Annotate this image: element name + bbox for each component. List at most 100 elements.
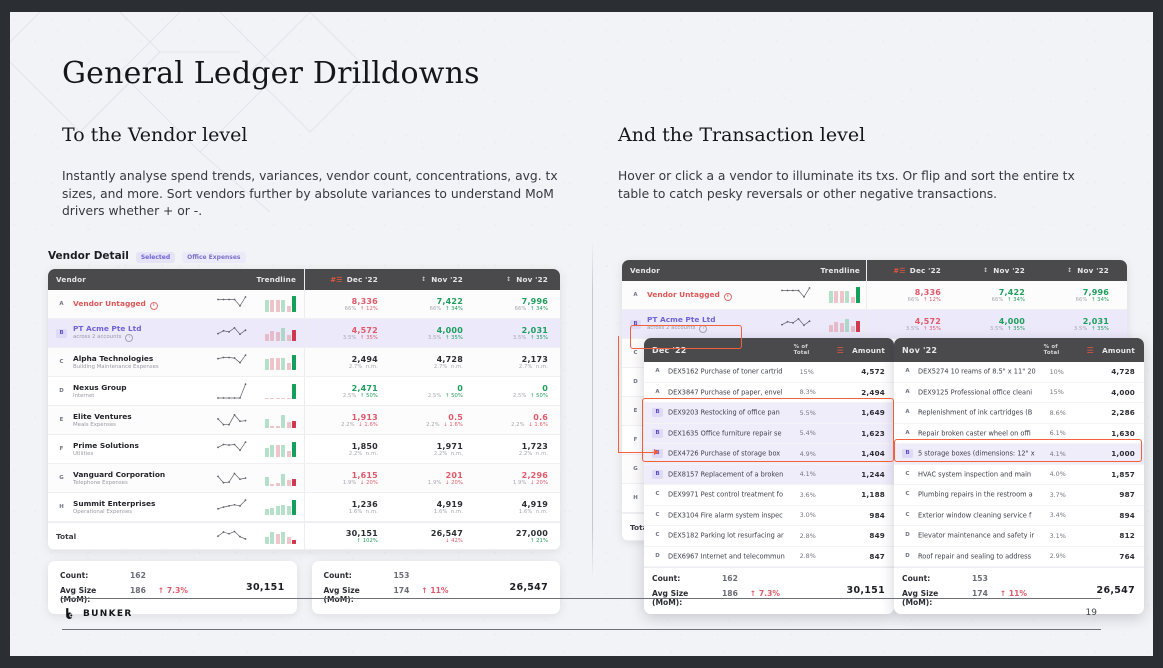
sort-desc-icon[interactable]: ☰ (831, 346, 850, 355)
tx-row[interactable]: A DEX9125 Professional office cleani 15% 4,… (894, 383, 1144, 403)
total-nov22-a: 26,547 ↓ 42% (390, 529, 475, 544)
sparkline-bar (286, 450, 291, 457)
vendor-name-cell[interactable]: H Summit EnterprisesOperational Expenses (48, 499, 216, 516)
vendor-row[interactable]: B PT Acme Pte Ltd across 2 accounts i 4,572 3… (48, 319, 560, 348)
tx-row[interactable]: D Roof repair and sealing to address 2.9% 7… (894, 547, 1144, 567)
r-col-header-trendline[interactable]: Trendline (780, 266, 866, 275)
r-col-header-nov22-b[interactable]: ↕ Nov '22 (1035, 266, 1119, 275)
col-header-dec22[interactable]: #☰ Dec '22 (305, 275, 390, 284)
vendor-row[interactable]: EElite VenturesMeals Expenses1,9132.2% ↓… (48, 406, 560, 435)
tx-row[interactable]: C DEX3104 Fire alarm system inspec 3.0% 984 (644, 506, 894, 526)
vendor-name-cell[interactable]: F Prime SolutionsUtilities (48, 441, 216, 458)
r-col-header-vendor[interactable]: Vendor (622, 266, 780, 275)
pill-selected[interactable]: Selected (135, 252, 176, 263)
tx-letter-badge: C (655, 491, 660, 498)
tx-letter-badge: B (652, 428, 663, 438)
vendor-letter-badge: D (59, 387, 64, 394)
tx-row[interactable]: A Replenishment of ink cartridges (B 8.6% 2… (894, 403, 1144, 424)
tx-header-pct[interactable]: % of Total (794, 344, 831, 356)
tx-table-header: Dec '22% of Total ☰ Amount (644, 338, 894, 362)
tx-row[interactable]: B DEX8157 Replacement of a broken 4.1% 1,24… (644, 464, 894, 485)
vendor-row[interactable]: A Vendor Untagged i 8,336 66% ↑ 12% 7,422 66% … (622, 281, 1127, 310)
tx-row[interactable]: B DEX1635 Office furniture repair se 5.4% 1… (644, 423, 894, 444)
vendor-row[interactable]: A Vendor Untagged i 8,336 66% ↑ 12% 7,422 66% … (48, 290, 560, 319)
vendor-name: Vanguard Corporation (73, 469, 166, 479)
tx-row[interactable]: B5 storage boxes (dimensions: 12" x 4.1% 1… (894, 444, 1144, 465)
tx-header-period[interactable]: Nov '22 (894, 346, 1044, 355)
vendor-amount-sub: 66% ↑ 12% (907, 296, 941, 303)
col-header-vendor[interactable]: Vendor (48, 275, 216, 284)
tx-row[interactable]: A DEX5274 10 reams of 8.5" x 11" 20 10% 4,7… (894, 362, 1144, 383)
info-icon[interactable]: i (723, 292, 732, 301)
vendor-row[interactable]: DNexus GroupInternet2,4712.5% ↑ 50%02.5%… (48, 377, 560, 406)
col-header-nov22-b[interactable]: ↕ Nov '22 (475, 275, 560, 284)
r-col-header-dec22[interactable]: #☰ Dec '22 (867, 266, 951, 275)
col-header-trendline[interactable]: Trendline (216, 275, 304, 284)
tx-row[interactable]: C DEX5182 Parking lot resurfacing ar 2.8% 8… (644, 526, 894, 547)
vendor-amount-value: 1,236 (351, 499, 378, 509)
r-col-header-nov22-a[interactable]: ↕ Nov '22 (951, 266, 1035, 275)
tx-row[interactable]: D Elevator maintenance and safety ir 3.1% 8… (894, 526, 1144, 547)
vendor-row[interactable]: B PT Acme Pte Ltd across 2 accounts i 4,572 3… (622, 310, 1127, 339)
vendor-subtitle: Utilities (73, 450, 94, 457)
tx-percent: 8.6% (1049, 408, 1066, 417)
vendor-name-cell[interactable]: A Vendor Untagged i (48, 299, 216, 310)
vendor-name-cell[interactable]: E Elite VenturesMeals Expenses (48, 412, 216, 429)
col-header-nov22-a[interactable]: ↕ Nov '22 (390, 275, 475, 284)
vendor-letter-badge: G (59, 474, 64, 481)
tx-description: B DEX1635 Office furniture repair se (644, 428, 800, 438)
vendor-row[interactable]: FPrime SolutionsUtilities1,8502.2% n.m.1… (48, 435, 560, 464)
vendor-name-block: PT Acme Pte Ltd across 2 accounts i (647, 315, 716, 333)
filter-sort-icon[interactable]: #☰ (330, 276, 343, 284)
tx-header-amount[interactable]: Amount (850, 346, 894, 355)
sparkline-bar (264, 334, 269, 341)
tx-row[interactable]: A DEX3847 Purchase of paper, envel 8.3% 2,4… (644, 383, 894, 403)
tx-header-pct[interactable]: % of Total (1044, 344, 1081, 356)
tx-table-header: Nov '22% of Total ☰ Amount (894, 338, 1144, 362)
tx-row[interactable]: B DEX4726 Purchase of storage box 4.9% 1,40… (644, 444, 894, 465)
tx-row[interactable]: C Exterior window cleaning service f 3.4% 8… (894, 506, 1144, 526)
tx-row[interactable]: D DEX6967 Internet and telecommun 2.8% 847 (644, 547, 894, 567)
tx-row[interactable]: B DEX9203 Restocking of office pan 5.5% 1,6… (644, 403, 894, 424)
sparkline-bar (275, 506, 280, 515)
sort-updown-icon-r1[interactable]: ↕ (983, 267, 988, 274)
vendor-name-cell[interactable]: B PT Acme Pte Ltd across 2 accounts i (48, 324, 216, 342)
vendor-name-cell[interactable]: A Vendor Untagged i (622, 290, 780, 301)
vendor-row[interactable]: H Summit EnterprisesOperational Expenses 1… (48, 493, 560, 522)
tx-row[interactable]: C HVAC system inspection and main 4.0% 1,85… (894, 465, 1144, 485)
sort-updown-icon-2[interactable]: ↕ (506, 276, 511, 283)
tx-row[interactable]: C DEX9971 Pest control treatment fo 3.6% 1,… (644, 485, 894, 506)
tx-percent: 15% (1049, 388, 1064, 397)
vendor-row[interactable]: C Alpha TechnologiesBuilding Maintenance … (48, 348, 560, 377)
tx-row[interactable]: A DEX5162 Purchase of toner cartrid 15% 4,5… (644, 362, 894, 383)
tx-letter-badge: C (655, 532, 660, 539)
vendor-name-cell[interactable]: C Alpha TechnologiesBuilding Maintenance … (48, 354, 216, 371)
pill-office-expenses[interactable]: Office Expenses (182, 252, 246, 263)
info-icon[interactable]: i (149, 301, 158, 310)
vendor-name-block: Nexus GroupInternet (73, 383, 127, 400)
vendor-amount-cell: 1,2361.6% n.m. (305, 500, 390, 515)
sort-updown-icon-r2[interactable]: ↕ (1067, 267, 1072, 274)
info-icon[interactable]: i (125, 334, 134, 342)
tx-header-amount[interactable]: Amount (1100, 346, 1144, 355)
sparkline-bar (292, 421, 297, 428)
filter-sort-icon-right[interactable]: #☰ (893, 267, 906, 275)
brand-lockup: BUNKER (64, 607, 133, 620)
vendor-amount-cell: 2,4712.5% ↑ 50% (305, 384, 390, 399)
sparkline (216, 354, 297, 370)
vendor-detail-panel: Vendor Detail Selected Office Expenses V… (48, 250, 560, 614)
sort-updown-icon[interactable]: ↕ (421, 276, 426, 283)
info-icon[interactable]: i (699, 325, 708, 333)
vendor-name-cell[interactable]: D Nexus GroupInternet (48, 383, 216, 400)
vendor-amount-cell: 8,336 66% ↑ 12% (305, 297, 390, 312)
vendor-amount-cell: 7,996 66% ↑ 34% (475, 297, 560, 312)
vendor-name-cell[interactable]: B PT Acme Pte Ltd across 2 accounts i (622, 315, 780, 333)
vendor-name-cell[interactable]: G Vanguard CorporationTelephone Expenses (48, 470, 216, 487)
tx-row[interactable]: C Plumbing repairs in the restroom a 3.7% 9… (894, 485, 1144, 506)
vendor-letter-badge: G (633, 465, 638, 472)
transaction-table-dec: Dec '22% of Total ☰ Amount A DEX5162 Purchase… (644, 338, 894, 614)
vendor-row[interactable]: G Vanguard CorporationTelephone Expenses 1… (48, 464, 560, 493)
tx-row[interactable]: A Repair broken caster wheel on offi 6.1% 1… (894, 424, 1144, 444)
tx-header-period[interactable]: Dec '22 (644, 346, 794, 355)
sort-desc-icon[interactable]: ☰ (1081, 346, 1100, 355)
